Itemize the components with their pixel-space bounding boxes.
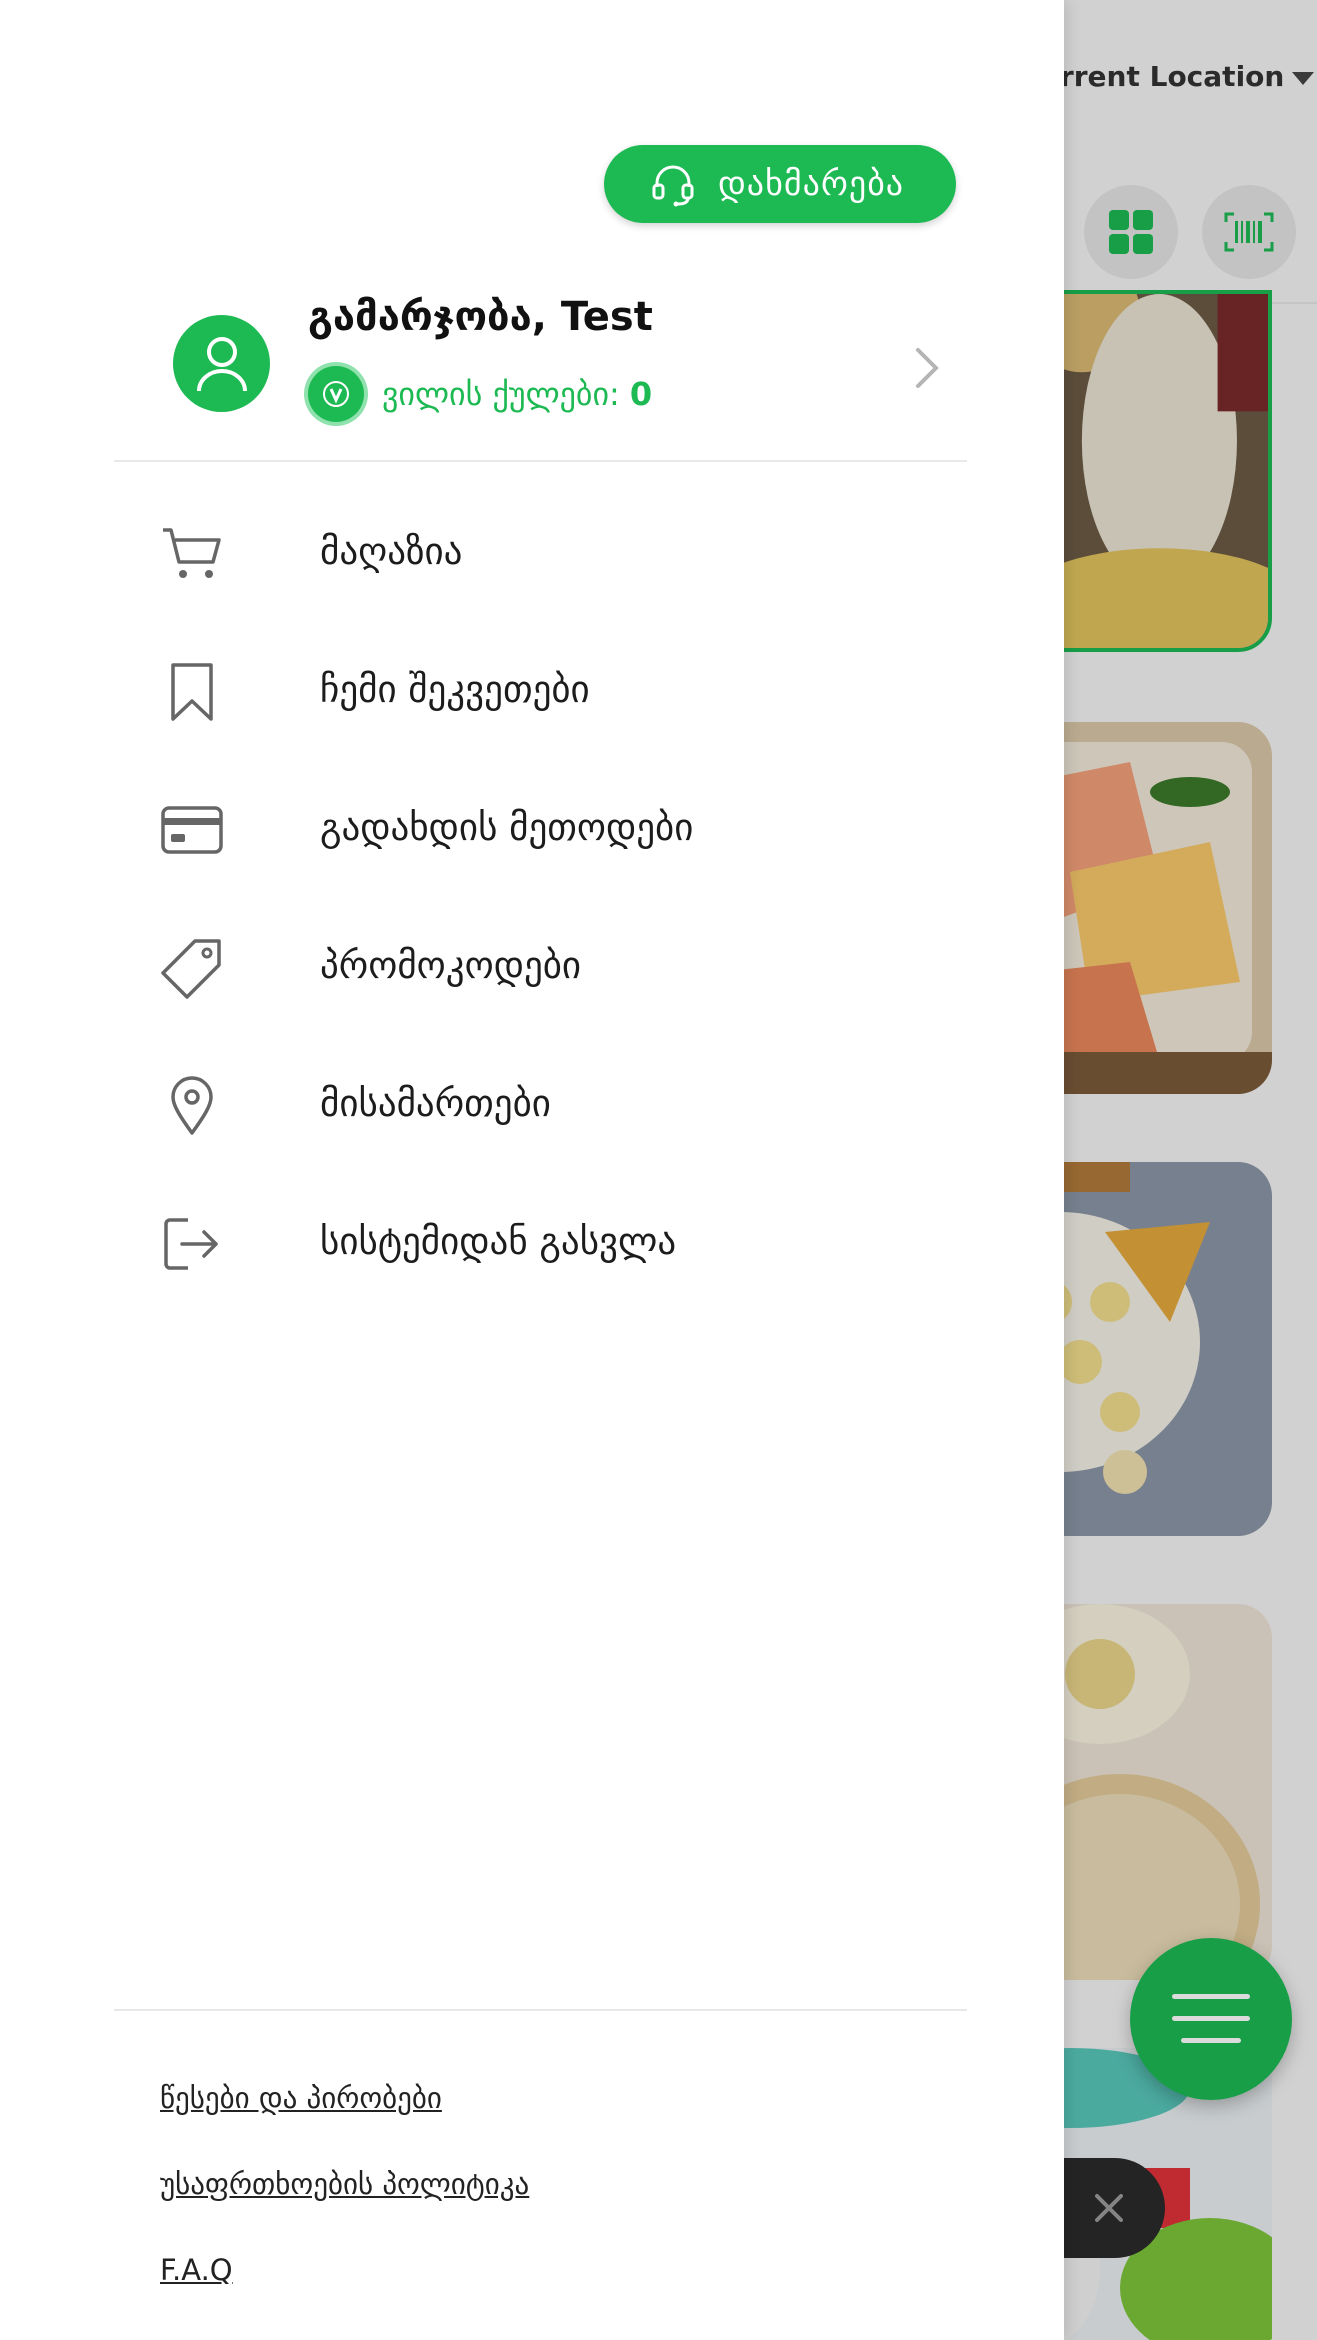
cart-icon — [160, 522, 224, 586]
menu-item-label: ჩემი შეკვეთები — [320, 668, 590, 711]
chevron-right-icon — [916, 348, 939, 388]
points-badge-icon — [308, 366, 364, 422]
faq-link[interactable]: F.A.Q — [160, 2253, 233, 2287]
menu-item-label: მაღაზია — [320, 530, 463, 573]
menu-item-label: მისამართები — [320, 1082, 551, 1125]
user-icon — [196, 336, 247, 391]
menu-item-logout[interactable]: სისტემიდან გასვლა — [114, 1188, 967, 1298]
menu-item-addresses[interactable]: მისამართები — [114, 1050, 967, 1160]
logout-icon — [160, 1212, 224, 1276]
tag-icon — [160, 936, 224, 1000]
footer-divider — [114, 2009, 967, 2011]
menu-item-label: პრომოკოდები — [320, 944, 582, 987]
menu-item-label: სისტემიდან გასვლა — [320, 1220, 677, 1263]
points-label: ვილის ქულები: — [382, 375, 620, 413]
credit-card-icon — [160, 798, 224, 862]
menu-item-my-orders[interactable]: ჩემი შეკვეთები — [114, 636, 967, 746]
help-button-label: დახმარება — [718, 164, 905, 204]
points-value: 0 — [629, 375, 653, 413]
navigation-drawer: დახმარება გამარჯობა, Test ვილის ქულები: … — [0, 0, 1064, 2340]
menu-item-promo-codes[interactable]: პრომოკოდები — [114, 912, 967, 1022]
help-button[interactable]: დახმარება — [604, 145, 956, 223]
location-pin-icon — [160, 1074, 224, 1138]
menu-item-label: გადახდის მეთოდები — [320, 806, 694, 849]
avatar — [173, 315, 270, 412]
menu-item-store[interactable]: მაღაზია — [114, 498, 967, 608]
headset-icon — [652, 165, 694, 207]
bookmark-icon — [160, 660, 224, 724]
profile-divider — [114, 460, 967, 462]
loyalty-points: ვილის ქულები: 0 — [308, 366, 652, 422]
privacy-policy-link[interactable]: უსაფრთხოების პოლიტიკა — [160, 2167, 529, 2201]
menu-item-payment-methods[interactable]: გადახდის მეთოდები — [114, 774, 967, 884]
greeting-text: გამარჯობა, Test — [308, 294, 653, 340]
profile-header[interactable]: გამარჯობა, Test ვილის ქულები: 0 — [114, 286, 964, 456]
terms-link[interactable]: წესები და პირობები — [160, 2081, 442, 2115]
